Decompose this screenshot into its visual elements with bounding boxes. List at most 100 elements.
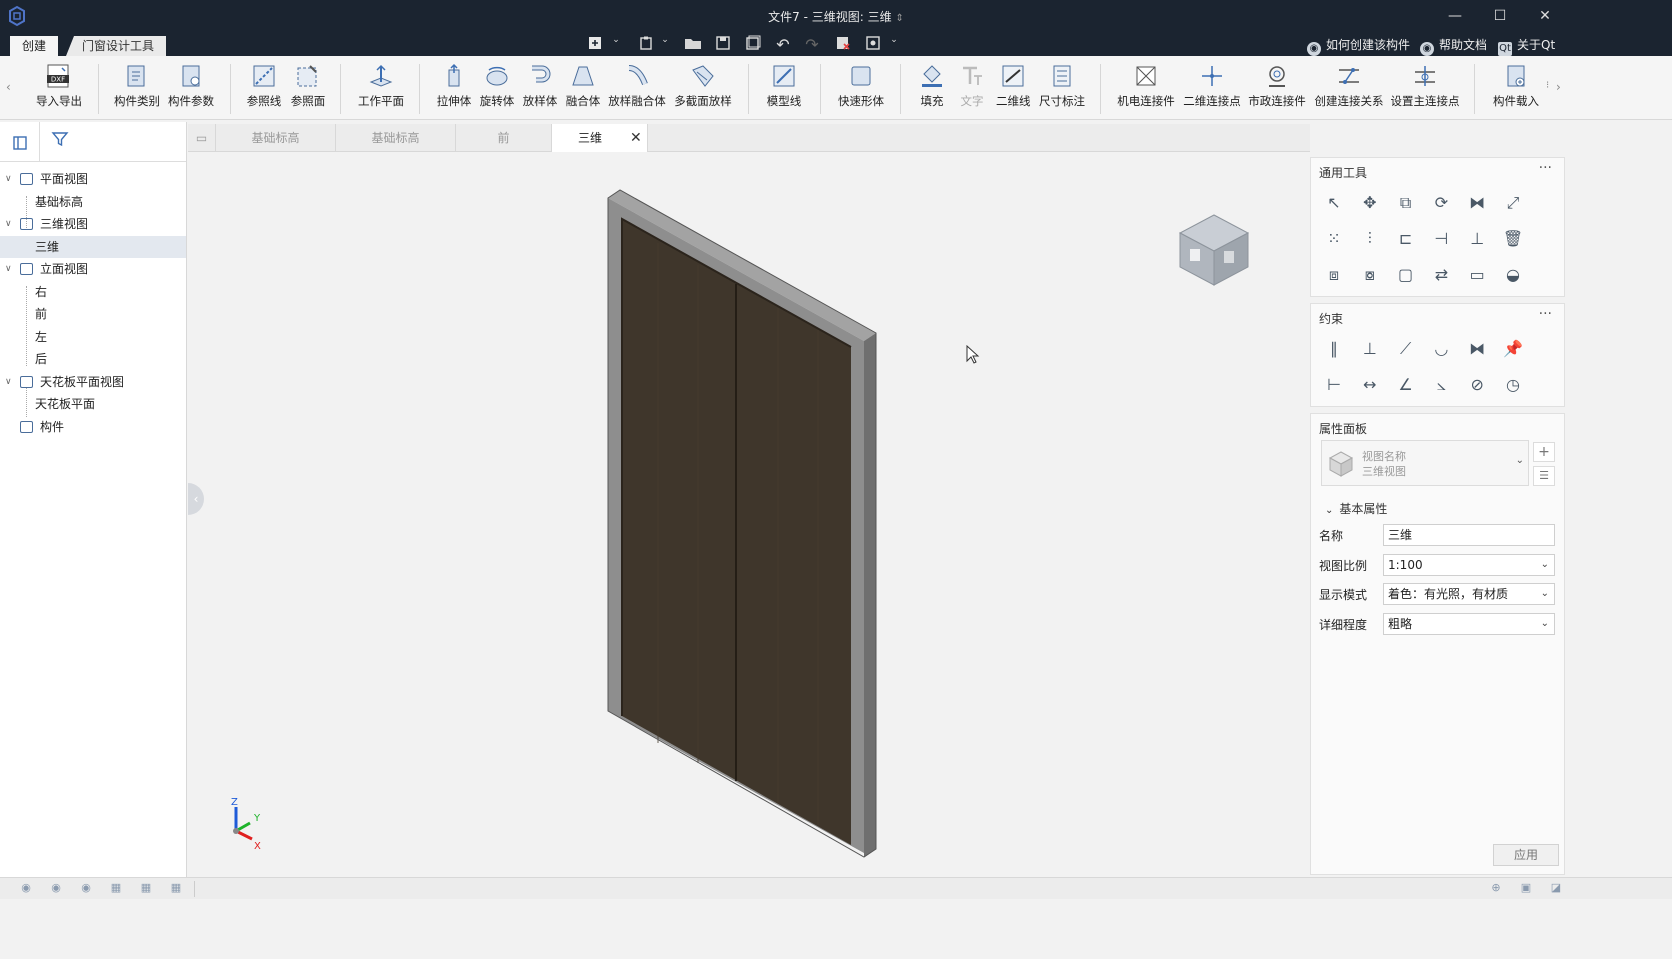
- doc-tab[interactable]: 前: [456, 124, 552, 152]
- move-icon[interactable]: ✥: [1357, 190, 1383, 216]
- offset-icon[interactable]: ⊏: [1393, 226, 1419, 252]
- property-input[interactable]: 三维: [1383, 524, 1555, 546]
- measure-icon[interactable]: ▭: [1464, 262, 1490, 288]
- view-cube-icon[interactable]: [1176, 211, 1252, 289]
- type-selector[interactable]: 视图名称 三维视图 ⌄: [1321, 440, 1529, 486]
- help-docs-link[interactable]: ◉ 帮助文档: [1420, 36, 1487, 56]
- tree-item[interactable]: 后: [0, 348, 186, 370]
- tree-item[interactable]: 左: [0, 326, 186, 348]
- filter-icon[interactable]: [48, 130, 72, 154]
- civil-connector-button[interactable]: 市政连接件: [1248, 62, 1306, 116]
- property-select[interactable]: 粗略 ⌄: [1383, 612, 1555, 635]
- chevron-down-icon[interactable]: ⌄: [610, 35, 622, 53]
- tree-item[interactable]: 三维: [0, 235, 186, 258]
- mirror-icon[interactable]: ⧓: [1464, 190, 1490, 216]
- panel-layout-icon[interactable]: [0, 122, 40, 162]
- doc-tab[interactable]: 基础标高: [216, 124, 336, 152]
- set-main-connect-point-button[interactable]: 设置主连接点: [1390, 62, 1460, 116]
- blend-button[interactable]: 融合体: [565, 62, 601, 116]
- copy-icon[interactable]: ⧉: [1393, 190, 1419, 216]
- collinear-icon[interactable]: ⟋: [1393, 336, 1419, 362]
- zoom-fit-icon[interactable]: ⊕: [1488, 881, 1504, 895]
- add-type-icon[interactable]: +: [1533, 442, 1555, 462]
- angle-icon[interactable]: ∠: [1393, 372, 1419, 398]
- settings-icon[interactable]: [863, 35, 883, 53]
- 2d-connect-point-button[interactable]: 二维连接点: [1183, 62, 1241, 116]
- tree-item[interactable]: ∨ 天花板平面视图: [0, 371, 186, 393]
- revolve-button[interactable]: 旋转体: [479, 62, 515, 116]
- replace-icon[interactable]: ⇄: [1428, 262, 1454, 288]
- symmetric-icon[interactable]: ⧓: [1464, 336, 1490, 362]
- tree-item[interactable]: 构件: [0, 416, 186, 438]
- open-folder-icon[interactable]: [683, 35, 703, 53]
- select-icon[interactable]: ↖: [1321, 190, 1347, 216]
- mep-connector-button[interactable]: 机电连接件: [1117, 62, 1175, 116]
- sweep-button[interactable]: 放样体: [522, 62, 558, 116]
- ungroup-icon[interactable]: ⧇: [1357, 262, 1383, 288]
- array-icon[interactable]: ⁙: [1321, 226, 1347, 252]
- about-qt-link[interactable]: Qt 关于Qt: [1498, 36, 1555, 56]
- create-connection-button[interactable]: 创建连接关系: [1314, 62, 1384, 116]
- multi-section-sweep-button[interactable]: 多截面放样: [674, 62, 732, 116]
- chevron-down-icon[interactable]: ∨: [5, 168, 12, 190]
- grid-icon[interactable]: ▦: [138, 881, 154, 895]
- clipboard-icon[interactable]: [636, 35, 656, 53]
- isolate-icon[interactable]: ◉: [78, 881, 94, 895]
- how-to-create-link[interactable]: ◉ 如何创建该构件: [1307, 36, 1410, 56]
- chevron-down-icon[interactable]: ⌄: [888, 35, 900, 53]
- align-icon[interactable]: ⫶: [1357, 226, 1383, 252]
- undo-icon[interactable]: ↶: [773, 35, 793, 54]
- angle-measure-icon[interactable]: ◒: [1500, 262, 1526, 288]
- hide-icon[interactable]: ◉: [48, 881, 64, 895]
- component-param-button[interactable]: 构件参数: [168, 62, 214, 116]
- delete-icon[interactable]: 🗑: [1500, 226, 1526, 252]
- tab-list-icon[interactable]: ▭: [188, 124, 216, 152]
- chevron-down-icon[interactable]: ⌄: [659, 35, 671, 53]
- tree-item[interactable]: ∨ 三维视图: [0, 213, 186, 235]
- save-icon[interactable]: [713, 35, 733, 53]
- tree-item[interactable]: 前: [0, 303, 186, 325]
- diameter-icon[interactable]: ⊘: [1464, 372, 1490, 398]
- trim-icon[interactable]: ⊣: [1428, 226, 1454, 252]
- quick-shape-button[interactable]: 快速形体: [838, 62, 884, 116]
- doc-tab-active[interactable]: 三维 ✕: [552, 124, 648, 152]
- close-file-icon[interactable]: [833, 35, 853, 53]
- perpendicular-icon[interactable]: ⊥: [1357, 336, 1383, 362]
- save-all-icon[interactable]: [743, 35, 763, 53]
- extrude-button[interactable]: 拉伸体: [436, 62, 472, 116]
- chevron-down-icon[interactable]: ∨: [5, 258, 12, 280]
- swept-blend-button[interactable]: 放样融合体: [608, 62, 666, 116]
- cube-view-icon[interactable]: ◪: [1548, 881, 1564, 895]
- reference-line-button[interactable]: 参照线: [246, 62, 282, 116]
- split-icon[interactable]: ⊥: [1464, 226, 1490, 252]
- property-select[interactable]: 1:100 ⌄: [1383, 553, 1555, 576]
- basic-properties-section[interactable]: ⌄ 基本属性: [1325, 500, 1387, 517]
- ribbon-scroll-right-icon[interactable]: ›: [1556, 80, 1561, 94]
- property-select[interactable]: 着色：有光照，有材质 ⌄: [1383, 583, 1555, 605]
- work-plane-button[interactable]: 工作平面: [358, 62, 404, 116]
- section-box-icon[interactable]: ▦: [108, 881, 124, 895]
- model-line-button[interactable]: 模型线: [766, 62, 802, 116]
- chevron-down-icon[interactable]: ∨: [5, 371, 12, 393]
- component-load-button[interactable]: 构件载入: [1492, 62, 1540, 116]
- more-icon[interactable]: ···: [1539, 160, 1552, 176]
- chevron-down-icon[interactable]: ∨: [5, 213, 12, 235]
- 3d-viewport[interactable]: Z Y X ‹: [188, 153, 1309, 877]
- arc-angle-icon[interactable]: ⦣: [1428, 372, 1454, 398]
- tree-item[interactable]: ∨ 立面视图: [0, 258, 186, 280]
- fill-button[interactable]: 填充: [918, 62, 946, 116]
- render-icon[interactable]: ▣: [1518, 881, 1534, 895]
- distance-icon[interactable]: ↔: [1357, 372, 1383, 398]
- dimension-button[interactable]: 尺寸标注: [1038, 62, 1086, 116]
- visibility-icon[interactable]: ◉: [18, 881, 34, 895]
- close-tab-icon[interactable]: ✕: [630, 124, 642, 152]
- minimize-button[interactable]: —: [1442, 4, 1468, 28]
- radius-icon[interactable]: ◷: [1500, 372, 1526, 398]
- rotate-icon[interactable]: ⟳: [1428, 190, 1454, 216]
- group-icon[interactable]: ⧈: [1321, 262, 1347, 288]
- tab-door-window-tools[interactable]: 门窗设计工具: [66, 36, 167, 56]
- tree-item[interactable]: ∨ 平面视图: [0, 168, 186, 190]
- parallel-icon[interactable]: ∥: [1321, 336, 1347, 362]
- tangent-icon[interactable]: ◡: [1428, 336, 1454, 362]
- ribbon-scroll-left-icon[interactable]: ‹: [6, 80, 11, 94]
